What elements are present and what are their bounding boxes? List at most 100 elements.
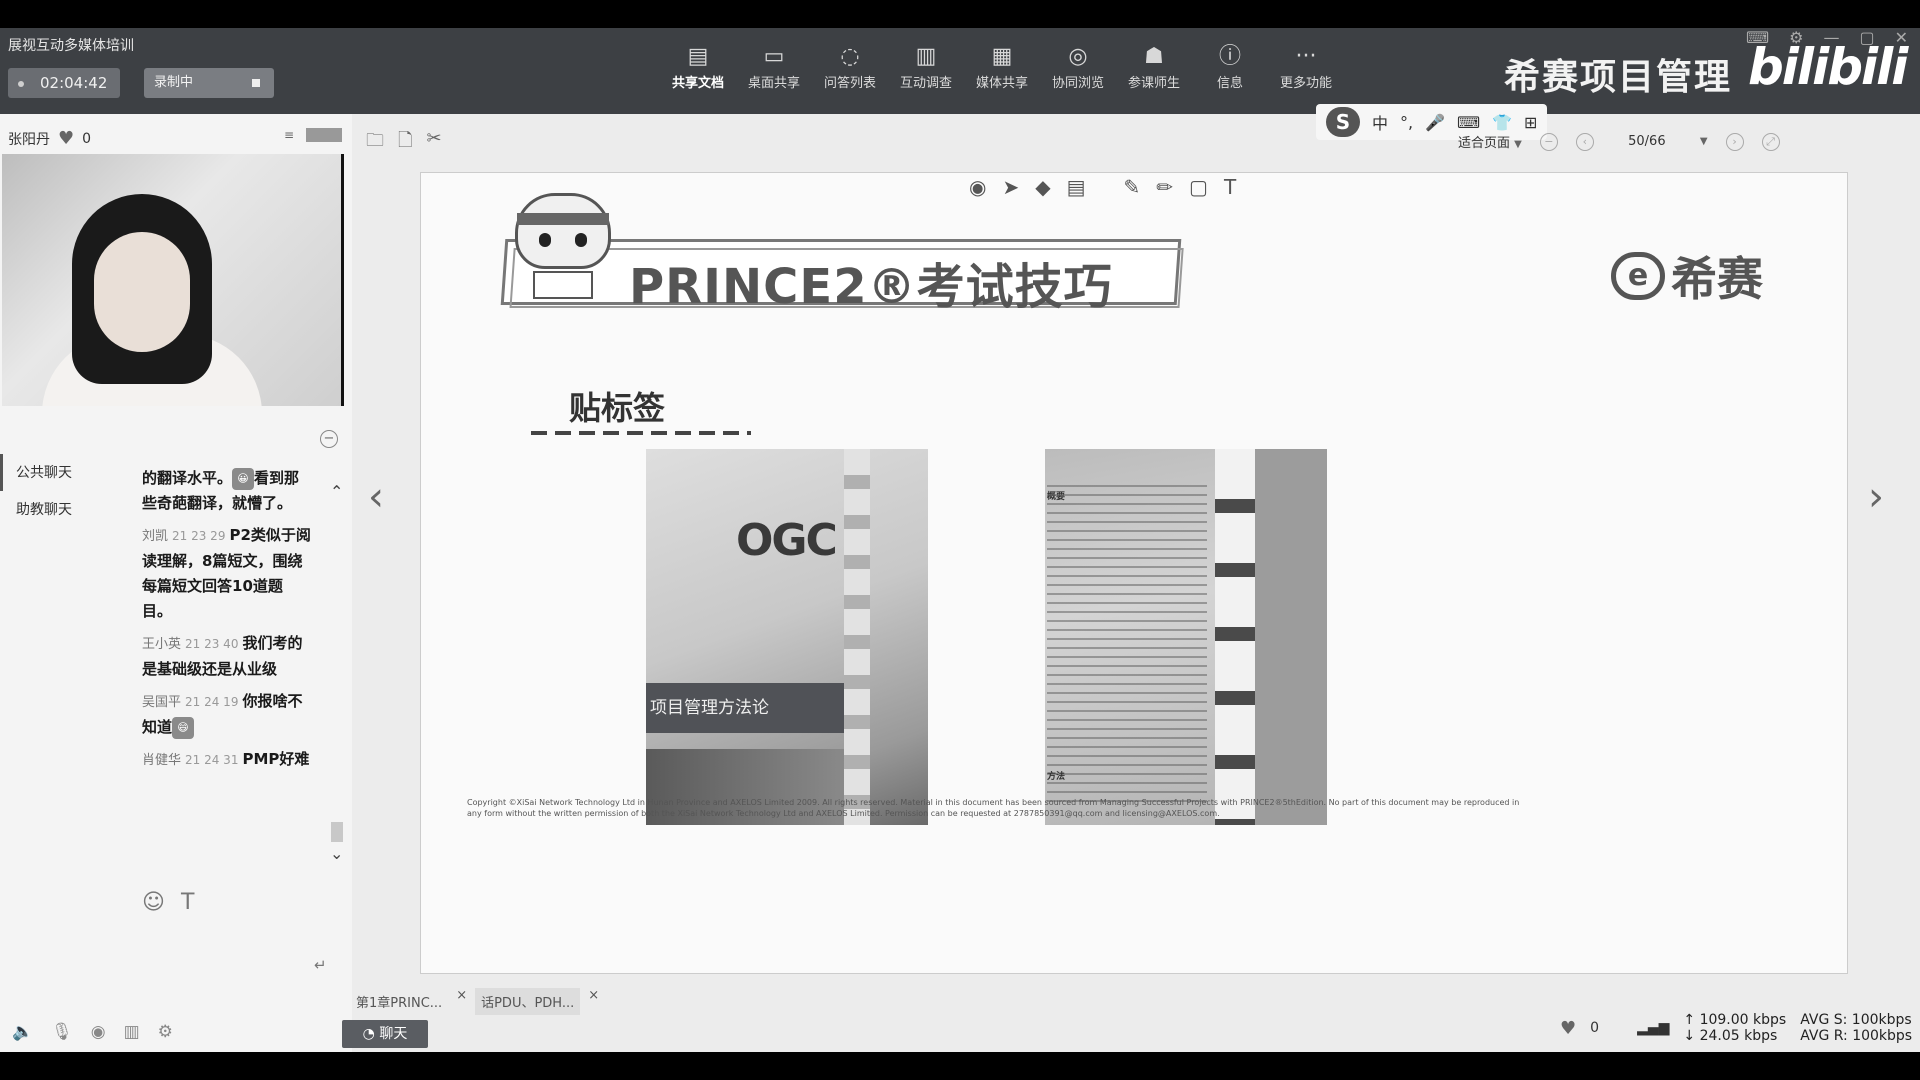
cat-head: [515, 193, 611, 269]
highlighter-icon[interactable]: ✎: [1124, 175, 1141, 199]
file-tab[interactable]: 话PDU、PDH...: [475, 988, 581, 1015]
stats-icon[interactable]: ▥: [124, 1022, 140, 1042]
maximize-icon[interactable]: ▢: [1859, 28, 1874, 47]
laser-pointer-icon[interactable]: ◉: [969, 175, 986, 199]
file-tab[interactable]: 第1章PRINC...: [350, 988, 448, 1015]
video-face-shape: [94, 232, 190, 352]
page-indicator[interactable]: 50/66: [1612, 134, 1682, 149]
speaker-icon[interactable]: 🔈: [12, 1022, 33, 1042]
toolbox-icon[interactable]: ⊞: [1524, 113, 1537, 132]
close-icon[interactable]: ×: [456, 988, 467, 1015]
toolbar-label: 协同浏览: [1051, 76, 1104, 91]
scroll-thumb[interactable]: [331, 822, 343, 842]
toolbar-label: 互动调查: [899, 76, 952, 91]
minimize-icon[interactable]: —: [1823, 28, 1839, 47]
copyright-notice: Copyright ©XiSai Network Technology Ltd …: [467, 798, 1520, 818]
prev-slide-icon[interactable]: ‹: [368, 474, 384, 520]
clear-icon[interactable]: ▤: [1067, 175, 1086, 199]
chat-toggle-button[interactable]: ◔ 聊天: [342, 1020, 428, 1048]
fullscreen-icon[interactable]: ⤢: [1761, 132, 1780, 151]
send-icon[interactable]: ↵: [314, 956, 327, 974]
video-mode-button[interactable]: [306, 128, 342, 142]
keyboard-icon[interactable]: ⌨: [1746, 28, 1769, 47]
chat-message: 吴国平 21 24 19 你报啥不知道 😄: [142, 689, 312, 740]
chat-input-tools: ☺ T: [142, 890, 194, 915]
camera-icon[interactable]: ◉: [91, 1022, 106, 1042]
chat-messages: 的翻译水平。 😀 看到那些奇葩翻译，就懵了。 刘凯 21 23 29 P2类似于阅读理解…: [142, 466, 312, 896]
survey-icon: ▥: [915, 44, 937, 69]
message-author: 王小英: [142, 637, 182, 652]
chat-message: 王小英 21 23 40 我们考的是基础级还是从业级: [142, 631, 312, 682]
document-icon[interactable]: 🗋: [398, 128, 412, 158]
page-text-lines: [1047, 485, 1207, 805]
toolbar-desktop-share[interactable]: ▭ 桌面共享: [736, 42, 812, 102]
chat-message: 刘凯 21 23 29 P2类似于阅读理解，8篇短文，围绕每篇短文回答10道题目。: [142, 523, 312, 624]
toolbar-media-share[interactable]: ▦ 媒体共享: [964, 42, 1040, 102]
tab-assistant-chat[interactable]: 助教聊天: [0, 491, 120, 528]
timer-dot-icon: [18, 80, 24, 87]
chat-toggle-label: 聊天: [379, 1026, 408, 1042]
upload-icon: ↑: [1683, 1012, 1700, 1028]
main-toolbar: ▤ 共享文档 ▭ 桌面共享 ◌ 问答列表 ▥ 互动调查 ▦ 媒体共享 ◎ 协同浏览 ☗ 参课师…: [660, 42, 1344, 102]
message-author: 吴国平: [142, 695, 182, 710]
tab-public-chat[interactable]: 公共聊天: [0, 454, 120, 491]
settings-icon[interactable]: ⚙: [158, 1022, 173, 1042]
pen-icon[interactable]: ✏: [1156, 175, 1173, 199]
book-photo-2: 概要 方法: [1045, 449, 1327, 825]
xisai-logo-icon: e: [1611, 252, 1665, 300]
keyboard-icon[interactable]: ⌨: [1457, 113, 1480, 132]
prev-page-icon[interactable]: ‹: [1575, 132, 1594, 151]
info-icon: ⓘ: [1218, 44, 1241, 69]
next-slide-icon[interactable]: ›: [1868, 474, 1884, 520]
chat-scrollbar[interactable]: ⌃ ⌄: [330, 482, 344, 872]
fit-page-select[interactable]: 适合页面 ▼: [1458, 132, 1522, 151]
text-format-icon[interactable]: T: [181, 890, 194, 915]
emoji-picker-icon[interactable]: ☺: [142, 890, 165, 915]
voice-icon[interactable]: 🎤: [1425, 113, 1445, 132]
av-controls: 🔈 🎙 ◉ ▥ ⚙: [0, 1012, 352, 1052]
heart-icon[interactable]: ♥: [1560, 1018, 1576, 1039]
toolbar-info[interactable]: ⓘ 信息: [1192, 42, 1268, 102]
toolbar-qa-list[interactable]: ◌ 问答列表: [812, 42, 888, 102]
rectangle-icon[interactable]: ▢: [1189, 175, 1208, 199]
scissors-icon[interactable]: ✂: [426, 128, 441, 158]
share-doc-icon: ▤: [687, 44, 709, 69]
folder-icon[interactable]: 🗀: [366, 128, 384, 158]
participants-icon: ☗: [1144, 44, 1164, 69]
brand-title: 希赛项目管理: [1504, 57, 1733, 98]
sogou-logo-icon[interactable]: S: [1326, 107, 1360, 137]
dropdown-icon[interactable]: ▼: [1700, 136, 1708, 147]
media-share-icon: ▦: [991, 44, 1013, 69]
zoom-out-icon[interactable]: −: [1539, 132, 1558, 151]
skin-icon[interactable]: 👕: [1492, 113, 1512, 132]
chevron-up-icon[interactable]: ⌃: [330, 482, 343, 501]
toolbar-survey[interactable]: ▥ 互动调查: [888, 42, 964, 102]
settings-icon[interactable]: ⚙: [1789, 28, 1803, 47]
record-button[interactable]: 录制中: [144, 68, 274, 98]
toolbar-more[interactable]: ··· 更多功能: [1268, 42, 1344, 102]
punctuation-icon[interactable]: °,: [1400, 113, 1413, 132]
next-page-icon[interactable]: ›: [1725, 132, 1744, 151]
eraser-icon[interactable]: ◆: [1035, 175, 1050, 199]
text-tool-icon[interactable]: T: [1224, 175, 1236, 199]
fit-page-label: 适合页面: [1458, 136, 1511, 151]
stop-icon[interactable]: [252, 79, 260, 87]
toolbar-co-browse[interactable]: ◎ 协同浏览: [1040, 42, 1116, 102]
desktop-share-icon: ▭: [763, 44, 785, 69]
avg-readout: AVG S: 100kbps AVG R: 100kbps: [1800, 1012, 1912, 1044]
close-icon[interactable]: ×: [588, 988, 599, 1015]
presenter-video: [2, 154, 344, 406]
collapse-icon[interactable]: −: [320, 430, 338, 448]
ime-language[interactable]: 中: [1372, 110, 1388, 134]
microphone-icon[interactable]: 🎙: [51, 1022, 73, 1042]
close-icon[interactable]: ✕: [1895, 28, 1908, 47]
menu-icon[interactable]: ≡: [284, 128, 294, 142]
pointer-icon[interactable]: ➤: [1002, 175, 1019, 199]
toolbar-label: 更多功能: [1279, 76, 1332, 91]
toolbar-participants[interactable]: ☗ 参课师生: [1116, 42, 1192, 102]
book-title-band: 项目管理方法论: [646, 683, 846, 733]
chevron-down-icon[interactable]: ⌄: [330, 844, 343, 863]
heart-icon[interactable]: ♥: [58, 128, 74, 149]
session-timer: 02:04:42: [8, 68, 120, 98]
toolbar-share-doc[interactable]: ▤ 共享文档: [660, 42, 736, 102]
